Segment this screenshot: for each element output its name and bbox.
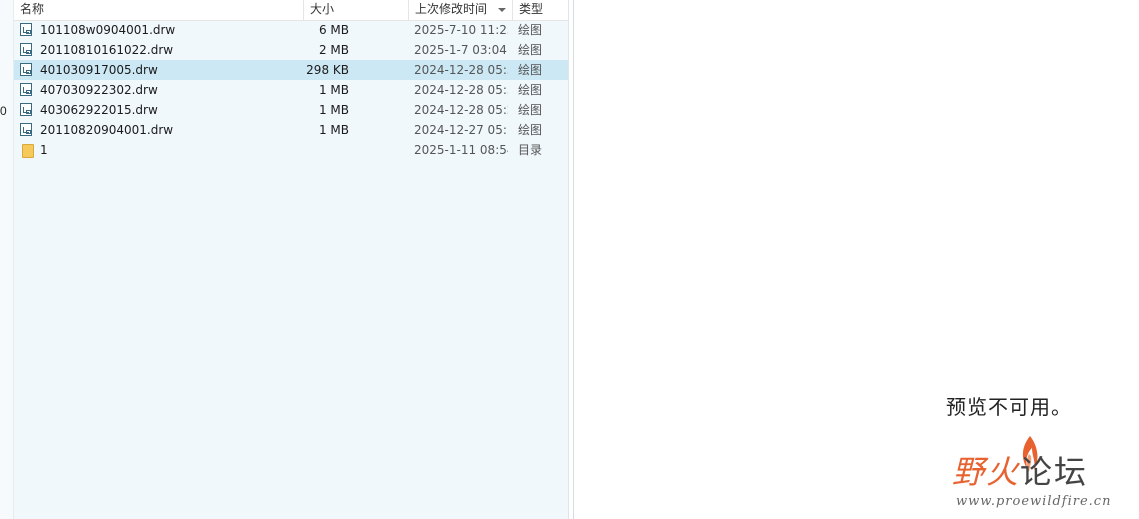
file-row[interactable]: 401030917005.drw 298 KB 2024-12-28 05:3 绘图 bbox=[14, 60, 568, 80]
file-row[interactable]: 1 2025-1-11 08:54 目录 bbox=[14, 140, 568, 160]
file-type: 绘图 bbox=[518, 123, 543, 137]
file-size: 2 MB bbox=[318, 43, 349, 57]
file-modified-date: 2024-12-27 05:1 bbox=[414, 123, 508, 137]
watermark-title-red: 野火 bbox=[952, 453, 1021, 491]
file-rows: 101108w0904001.drw 6 MB 2025-7-10 11:25 绘图 2… bbox=[14, 20, 568, 160]
file-name: 407030922302.drw bbox=[40, 83, 158, 97]
watermark-url: www.proewildfire.cn bbox=[956, 494, 1112, 509]
drawing-file-icon bbox=[20, 123, 32, 136]
drawing-file-icon bbox=[20, 103, 32, 116]
forum-watermark-logo: 野火论坛 www.proewildfire.cn bbox=[950, 436, 1130, 516]
file-type: 绘图 bbox=[518, 103, 543, 117]
drawing-file-icon bbox=[20, 83, 32, 96]
file-modified-date: 2024-12-28 05:3 bbox=[414, 83, 508, 97]
file-row[interactable]: 403062922015.drw 1 MB 2024-12-28 05:2 绘图 bbox=[14, 100, 568, 120]
file-row[interactable]: 101108w0904001.drw 6 MB 2025-7-10 11:25 绘图 bbox=[14, 20, 568, 40]
column-header-date[interactable]: 上次修改时间 bbox=[409, 0, 513, 20]
file-type: 绘图 bbox=[518, 83, 543, 97]
pane-splitter[interactable] bbox=[568, 0, 574, 519]
file-modified-date: 2025-7-10 11:25 bbox=[414, 23, 508, 37]
column-header-size[interactable]: 大小 bbox=[304, 0, 409, 20]
sort-descending-icon[interactable] bbox=[498, 8, 506, 12]
column-header-type[interactable]: 类型 bbox=[513, 0, 568, 20]
truncated-digit: 0 bbox=[0, 104, 7, 118]
file-size: 1 MB bbox=[318, 83, 349, 97]
file-name: 1 bbox=[40, 143, 48, 157]
file-row[interactable]: 20110820904001.drw 1 MB 2024-12-27 05:1 绘图 bbox=[14, 120, 568, 140]
file-type: 绘图 bbox=[518, 63, 543, 77]
file-modified-date: 2025-1-7 03:04 bbox=[414, 43, 507, 57]
file-modified-date: 2025-1-11 08:54 bbox=[414, 143, 508, 157]
column-header-name[interactable]: 名称 bbox=[14, 0, 304, 20]
file-list-pane[interactable]: 名称 大小 上次修改时间 类型 101108w0904001.drw 6 MB 20… bbox=[14, 0, 568, 519]
navigation-pane-edge: 0 bbox=[0, 0, 14, 519]
column-header-date-label: 上次修改时间 bbox=[415, 2, 488, 16]
drawing-file-icon bbox=[20, 23, 32, 36]
file-name: 101108w0904001.drw bbox=[40, 23, 176, 37]
preview-unavailable-message: 预览不可用。 bbox=[946, 395, 1072, 419]
file-type: 目录 bbox=[518, 143, 543, 157]
file-row[interactable]: 20110810161022.drw 2 MB 2025-1-7 03:04 绘图 bbox=[14, 40, 568, 60]
file-name: 403062922015.drw bbox=[40, 103, 158, 117]
file-modified-date: 2024-12-28 05:2 bbox=[414, 103, 508, 117]
drawing-file-icon bbox=[20, 43, 32, 56]
file-type: 绘图 bbox=[518, 43, 543, 57]
file-size: 298 KB bbox=[306, 63, 349, 77]
drawing-file-icon bbox=[20, 63, 32, 76]
folder-icon bbox=[22, 144, 34, 158]
file-size bbox=[304, 140, 349, 160]
file-size: 1 MB bbox=[318, 123, 349, 137]
file-modified-date: 2024-12-28 05:3 bbox=[414, 63, 508, 77]
file-name: 401030917005.drw bbox=[40, 63, 158, 77]
column-header-bar: 名称 大小 上次修改时间 类型 bbox=[14, 0, 568, 21]
watermark-title: 野火论坛 bbox=[952, 454, 1088, 490]
file-name: 20110810161022.drw bbox=[40, 43, 174, 57]
file-size: 1 MB bbox=[318, 103, 349, 117]
file-type: 绘图 bbox=[518, 23, 543, 37]
watermark-title-dark: 论坛 bbox=[1020, 453, 1089, 491]
file-name: 20110820904001.drw bbox=[40, 123, 174, 137]
file-row[interactable]: 407030922302.drw 1 MB 2024-12-28 05:3 绘图 bbox=[14, 80, 568, 100]
file-size: 6 MB bbox=[318, 23, 349, 37]
